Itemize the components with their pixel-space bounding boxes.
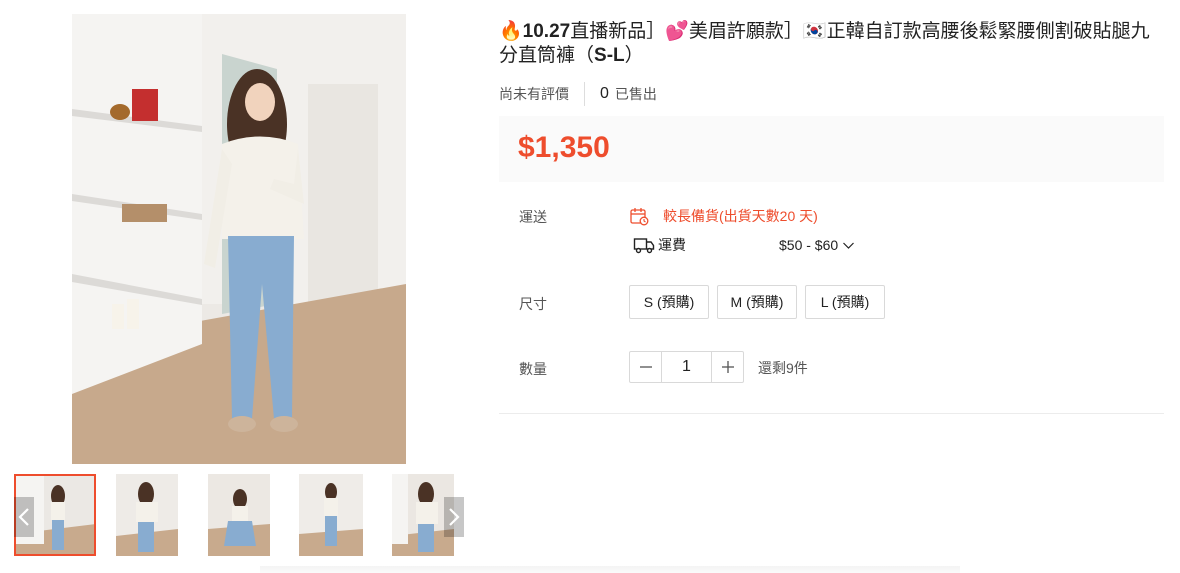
quantity-label: 數量 <box>519 361 547 377</box>
section-divider <box>499 413 1164 414</box>
quantity-increase-button[interactable] <box>712 352 743 382</box>
product-price: $1,350 <box>518 131 610 164</box>
shipping-fee-dropdown[interactable]: $50 - $60 <box>779 237 855 253</box>
thumbnail-prev-button[interactable] <box>14 497 34 537</box>
size-option-m[interactable]: M (預購) <box>717 285 797 319</box>
quantity-decrease-button[interactable] <box>630 352 661 382</box>
title-tag-live: 直播新品］ <box>570 21 666 42</box>
product-title: 🔥10.27直播新品］💕美眉許願款］🇰🇷正韓自訂款高腰後鬆緊腰側割破貼腿九分直筒… <box>499 20 1159 68</box>
chevron-down-icon <box>843 242 855 249</box>
heart-emoji: 💕 <box>665 21 689 42</box>
price-section: $1,350 <box>499 116 1164 182</box>
thumbnail-strip <box>14 474 466 558</box>
calendar-clock-icon <box>630 208 649 226</box>
shipping-label: 運送 <box>519 209 547 225</box>
title-tag-wish: 美眉許願款］ <box>688 21 803 42</box>
truck-icon <box>633 238 655 254</box>
shipping-fee: 運費 <box>633 235 686 255</box>
sold-label: 已售出 <box>614 86 657 102</box>
rating-status[interactable]: 尚未有評價 <box>499 82 585 106</box>
quantity-stepper <box>629 351 744 383</box>
product-meta: 尚未有評價 0 已售出 <box>499 82 657 106</box>
size-option-s[interactable]: S (預購) <box>629 285 709 319</box>
sold-count: 0 <box>600 85 609 102</box>
plus-icon <box>721 361 734 373</box>
chevron-left-icon <box>18 508 29 526</box>
korea-flag-emoji: 🇰🇷 <box>802 21 827 42</box>
thumbnail-next-button[interactable] <box>444 497 464 537</box>
thumbnail-4[interactable] <box>299 474 363 556</box>
shipping-warning: 較長備貨(出貨天數20 天) <box>629 206 818 226</box>
size-label: 尺寸 <box>519 296 547 312</box>
shipping-warning-text: 較長備貨(出貨天數20 天) <box>663 208 818 224</box>
chevron-right-icon <box>449 508 460 526</box>
title-end: ） <box>624 45 644 66</box>
quantity-input[interactable] <box>661 352 712 382</box>
shipping-fee-range: $50 - $60 <box>779 237 839 253</box>
main-product-image[interactable] <box>72 14 406 464</box>
fire-emoji: 🔥 <box>499 21 523 42</box>
title-tag-date: 10.27 <box>522 21 571 42</box>
minus-icon <box>639 366 652 368</box>
size-option-l[interactable]: L (預購) <box>805 285 885 319</box>
thumbnail-3[interactable] <box>208 474 270 556</box>
bottom-shadow <box>260 566 960 573</box>
shipping-fee-label: 運費 <box>658 237 686 253</box>
title-size-range: S-L <box>594 45 625 66</box>
thumbnail-2[interactable] <box>116 474 178 556</box>
stock-remaining: 還剩9件 <box>758 360 808 376</box>
